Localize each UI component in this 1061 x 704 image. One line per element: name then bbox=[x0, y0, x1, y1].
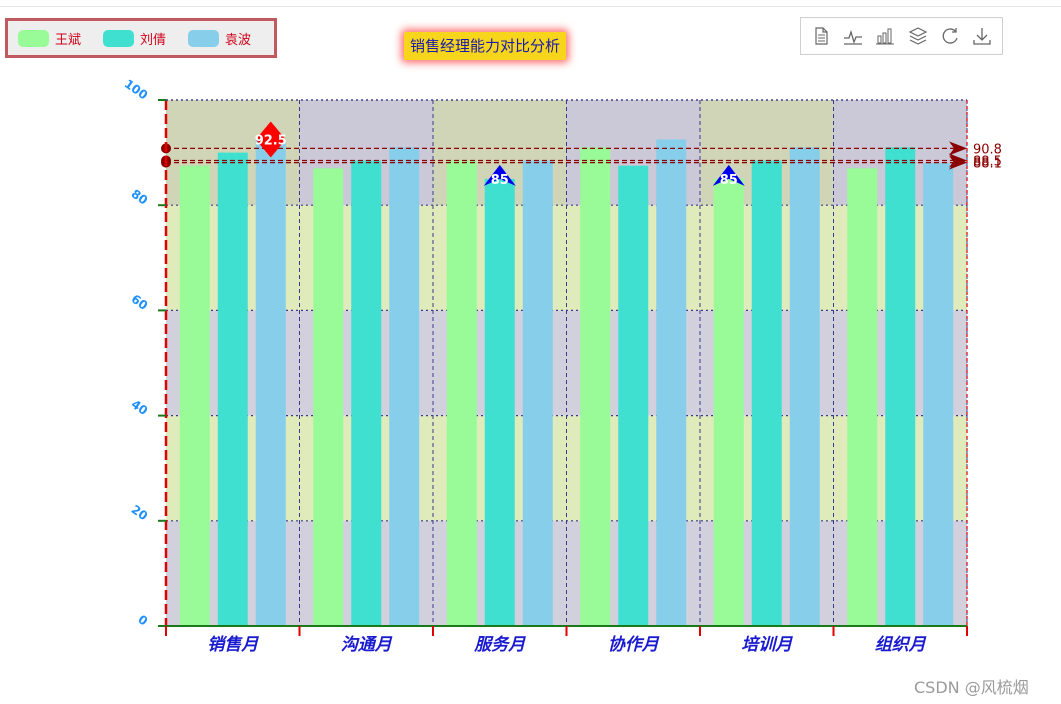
bar-2-5[interactable] bbox=[923, 163, 954, 626]
bar-1-4[interactable] bbox=[751, 160, 782, 627]
x-tick-label: 销售月 bbox=[207, 635, 259, 655]
mark-point-label: 85 bbox=[491, 173, 509, 188]
bar-1-0[interactable] bbox=[217, 152, 248, 626]
y-tick-label: 0 bbox=[135, 612, 150, 628]
y-tick-label: 100 bbox=[122, 77, 151, 103]
bar-2-3[interactable] bbox=[656, 139, 687, 626]
bar-2-0[interactable] bbox=[255, 139, 286, 626]
y-tick-label: 40 bbox=[129, 397, 151, 418]
bar-0-1[interactable] bbox=[313, 168, 344, 626]
bar-1-3[interactable] bbox=[618, 165, 649, 626]
x-tick-label: 组织月 bbox=[875, 635, 927, 655]
watermark: CSDN @风梳烟 bbox=[914, 678, 1029, 697]
y-tick-label: 20 bbox=[129, 502, 151, 523]
bar-0-4[interactable] bbox=[713, 178, 744, 626]
bar-1-1[interactable] bbox=[351, 160, 382, 627]
bar-2-4[interactable] bbox=[789, 147, 820, 626]
bar-0-5[interactable] bbox=[847, 168, 878, 626]
mark-point-label: 85 bbox=[720, 173, 738, 188]
bar-2-1[interactable] bbox=[389, 147, 420, 626]
mark-line-label: 88.1 bbox=[973, 157, 1002, 172]
y-tick-label: 60 bbox=[129, 292, 151, 313]
mark-point-label: 92.5 bbox=[255, 133, 287, 148]
bar-2-2[interactable] bbox=[522, 160, 553, 627]
bar-1-5[interactable] bbox=[885, 147, 916, 626]
bar-1-2[interactable] bbox=[484, 178, 515, 626]
bar-0-3[interactable] bbox=[580, 147, 611, 626]
x-tick-label: 培训月 bbox=[741, 635, 793, 655]
y-tick-label: 80 bbox=[129, 187, 151, 208]
x-tick-label: 沟通月 bbox=[341, 635, 393, 655]
bar-0-0[interactable] bbox=[179, 165, 210, 626]
bar-0-2[interactable] bbox=[446, 160, 477, 627]
x-tick-label: 协作月 bbox=[608, 635, 660, 655]
x-tick-label: 服务月 bbox=[473, 635, 526, 655]
bar-chart: 90.888.588.1020406080100销售月 沟通月 服务月 协作月 培训月组… bbox=[122, 77, 1002, 655]
